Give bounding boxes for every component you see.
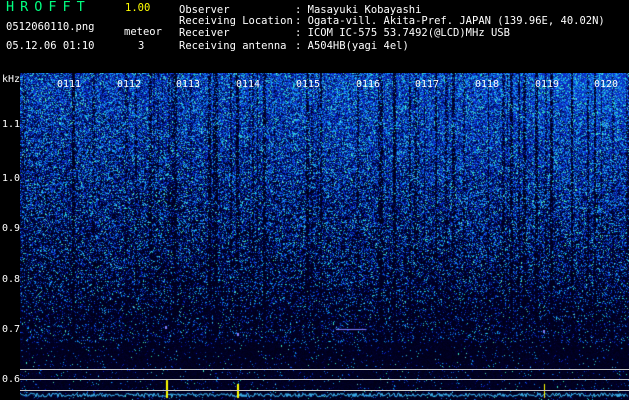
spectrogram-plot: kHz 1.1 1.0 0.9 0.8 0.7 0.6 0111 0112 01…: [0, 73, 629, 400]
x-tick-label: 0117: [415, 79, 440, 90]
x-tick-label: 0118: [475, 79, 500, 90]
meteor-label: meteor: [124, 26, 162, 38]
location-value: : Ogata-vill. Akita-Pref. JAPAN (139.96E…: [295, 15, 605, 27]
y-tick-label: 0.8: [2, 274, 21, 285]
frequency-unit-label: kHz: [2, 74, 21, 85]
x-tick-label: 0111: [57, 79, 82, 90]
observer-label: Observer: [179, 4, 230, 16]
receiver-label: Receiver: [179, 27, 230, 39]
app-version: 1.00: [125, 2, 151, 14]
hrofft-window: HROFFT 1.00 0512060110.png meteor 05.12.…: [0, 0, 629, 400]
frequency-marker-line: [20, 390, 629, 391]
x-tick-label: 0119: [535, 79, 560, 90]
location-label: Receiving Location: [179, 15, 293, 27]
receiver-value: : ICOM IC-575 53.7492(@LCD)MHz USB: [295, 27, 510, 39]
x-tick-label: 0120: [594, 79, 619, 90]
x-tick-label: 0114: [236, 79, 261, 90]
frequency-marker-line: [20, 369, 629, 370]
spectrogram-canvas: [20, 73, 629, 400]
meteor-count: 3: [138, 40, 145, 52]
observation-datetime: 05.12.06 01:10: [6, 40, 95, 52]
x-tick-label: 0116: [356, 79, 381, 90]
x-tick-label: 0113: [176, 79, 201, 90]
observer-value: : Masayuki Kobayashi: [295, 4, 422, 16]
y-tick-label: 0.7: [2, 324, 21, 335]
x-tick-label: 0115: [296, 79, 321, 90]
app-title: HROFFT: [6, 0, 91, 15]
y-tick-label: 0.9: [2, 223, 21, 234]
antenna-label: Receiving antenna: [179, 40, 287, 52]
x-tick-label: 0112: [117, 79, 142, 90]
antenna-value: : A504HB(yagi 4el): [295, 40, 409, 52]
file-name: 0512060110.png: [6, 21, 95, 33]
y-tick-label: 0.6: [2, 374, 21, 385]
y-tick-label: 1.0: [2, 173, 21, 184]
frequency-marker-line: [20, 379, 629, 380]
y-tick-label: 1.1: [2, 119, 21, 130]
